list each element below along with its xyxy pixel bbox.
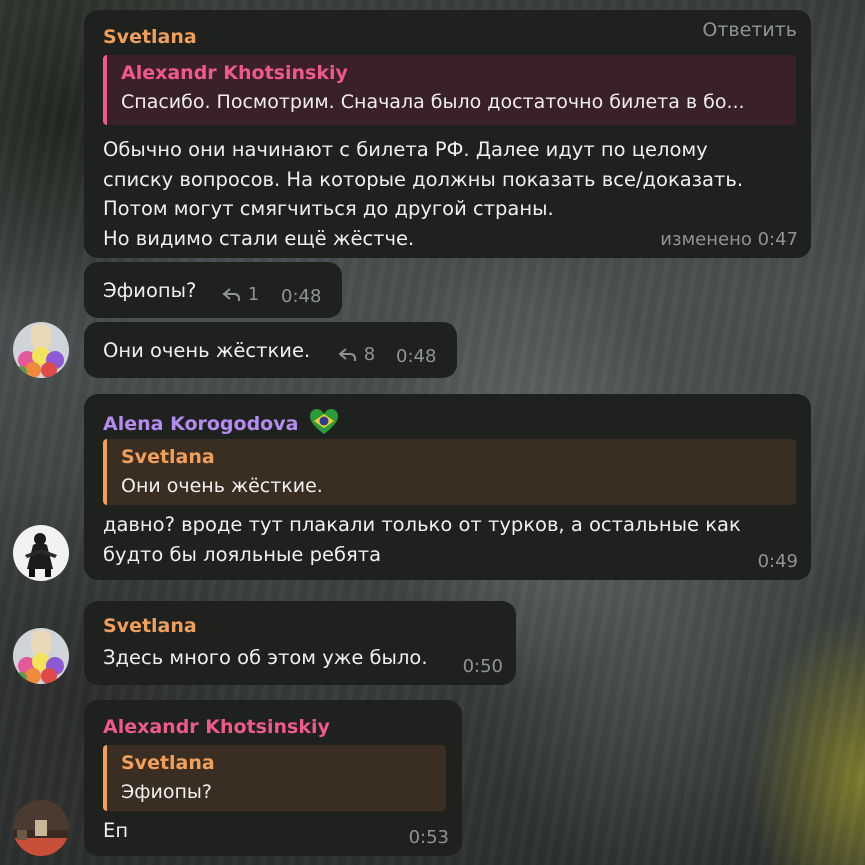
- sender-name[interactable]: Alexandr Khotsinskiy: [103, 714, 330, 740]
- reply-arrow-icon: [222, 284, 242, 305]
- message-bubble[interactable]: Alena Korogodova Svetlana Они очень жёст…: [84, 394, 811, 580]
- avatar-alena[interactable]: [13, 525, 69, 581]
- message-text: Обычно они начинают с билета РФ. Далее и…: [103, 135, 743, 253]
- message-bubble[interactable]: Они очень жёсткие. 8 0:48: [84, 322, 457, 378]
- sender-name[interactable]: Alena Korogodova: [103, 408, 339, 443]
- quote-author: Svetlana: [121, 752, 215, 774]
- avatar-alexandr[interactable]: [13, 800, 69, 856]
- message-bubble[interactable]: Эфиопы? 1 0:48: [84, 262, 342, 318]
- message-text: Здесь много об этом уже было.: [103, 646, 428, 669]
- quote-text: Они очень жёсткие.: [121, 475, 323, 497]
- room-avatar-image: [13, 800, 69, 856]
- message-line: будто бы лояльные ребята: [103, 542, 382, 566]
- brazil-heart-icon: [309, 408, 339, 443]
- message-time: 0:53: [408, 827, 449, 848]
- sender-name[interactable]: Svetlana: [103, 24, 197, 50]
- quote-text: Эфиопы?: [121, 781, 212, 803]
- reply-quote[interactable]: Svetlana Эфиопы?: [103, 745, 446, 811]
- message-bubble[interactable]: Alexandr Khotsinskiy Svetlana Эфиопы? Еп…: [84, 700, 462, 856]
- message-line: Потом могут смягчиться до другой страны.: [103, 197, 554, 220]
- replies-count: 1: [247, 284, 260, 305]
- replies-count: 8: [363, 344, 376, 365]
- flowers-avatar-image: [13, 322, 69, 378]
- avatar-svetlana[interactable]: [13, 628, 69, 684]
- replies-counter[interactable]: 8: [338, 344, 375, 365]
- message-line: давно? вроде тут плакали только от турко…: [103, 513, 741, 536]
- quote-text: Спасибо. Посмотрим. Сначала было достато…: [121, 91, 745, 113]
- reply-arrow-icon: [338, 344, 358, 365]
- message-time: 0:48: [396, 346, 437, 367]
- figure-avatar-image: [13, 525, 69, 581]
- message-bubble[interactable]: Svetlana Здесь много об этом уже было. 0…: [84, 601, 516, 685]
- message-text: давно? вроде тут плакали только от турко…: [103, 510, 741, 569]
- message-line: Но видимо стали ещё жёстче.: [103, 226, 415, 250]
- reply-button[interactable]: Ответить: [702, 19, 797, 41]
- message-text: Эфиопы?: [103, 279, 197, 302]
- message-time: 0:50: [462, 656, 503, 677]
- message-bubble[interactable]: Svetlana Ответить Alexandr Khotsinskiy С…: [84, 10, 811, 258]
- message-text: Еп: [103, 819, 129, 842]
- message-text: Они очень жёсткие.: [103, 339, 311, 362]
- sender-name-text: Alena Korogodova: [103, 413, 299, 435]
- message-time: изменено 0:47: [660, 229, 798, 250]
- quote-author: Alexandr Khotsinskiy: [121, 62, 348, 84]
- replies-counter[interactable]: 1: [222, 284, 259, 305]
- message-time: 0:48: [281, 286, 322, 307]
- flowers-avatar-image: [13, 628, 69, 684]
- message-line: Обычно они начинают с билета РФ. Далее и…: [103, 138, 708, 161]
- reply-quote[interactable]: Alexandr Khotsinskiy Спасибо. Посмотрим.…: [103, 55, 796, 125]
- reply-quote[interactable]: Svetlana Они очень жёсткие.: [103, 439, 796, 505]
- quote-author: Svetlana: [121, 446, 215, 468]
- avatar-svetlana[interactable]: [13, 322, 69, 378]
- message-time: 0:49: [757, 551, 798, 572]
- sender-name[interactable]: Svetlana: [103, 613, 197, 639]
- message-line: списку вопросов. На которые должны показ…: [103, 167, 744, 191]
